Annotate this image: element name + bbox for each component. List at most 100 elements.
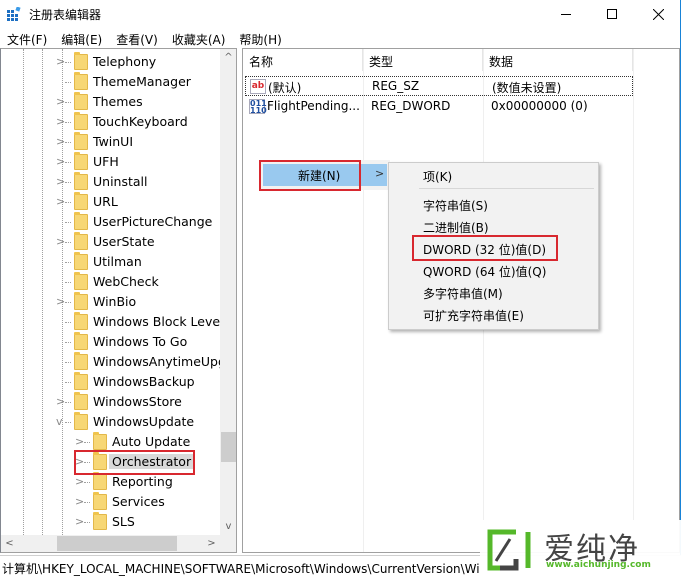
folder-icon: [74, 212, 88, 230]
tree-item[interactable]: > UFH: [1, 152, 220, 172]
folder-icon: [74, 252, 88, 270]
tree-item[interactable]: > Auto Update: [1, 432, 220, 452]
tree-item-label: URL: [93, 194, 118, 209]
tree-vertical-scrollbar[interactable]: ^ v: [220, 49, 236, 535]
tree-item-label: WindowsAnytimeUpgr: [93, 354, 220, 369]
tree-item[interactable]: > SLS: [1, 512, 220, 532]
submenu-arrow-icon: >: [375, 167, 385, 180]
tree-connector-line: [65, 142, 71, 143]
tree-connector-line: [65, 402, 71, 403]
column-header-type[interactable]: 类型: [363, 49, 483, 71]
menu-favorites[interactable]: 收藏夹(A): [165, 28, 233, 48]
scroll-up-icon[interactable]: ^: [220, 49, 236, 66]
tree-item[interactable]: > TouchKeyboard: [1, 112, 220, 132]
value-row-default[interactable]: ab (默认) REG_SZ (数值未设置): [245, 76, 633, 96]
tree-item-label: WindowsStore: [93, 394, 182, 409]
tree-connector-line: [65, 422, 71, 423]
tree-item-label: Uninstall: [93, 174, 148, 189]
close-icon: [652, 8, 664, 20]
column-header-data[interactable]: 数据: [483, 49, 633, 71]
tree-item-label: Windows To Go: [93, 334, 188, 349]
folder-icon: [74, 272, 88, 290]
maximize-button[interactable]: [589, 0, 635, 28]
tree-connector-line: [65, 382, 71, 383]
folder-icon: [74, 132, 88, 150]
tree-connector-line: [65, 82, 71, 83]
folder-icon: [74, 332, 88, 350]
tree-horizontal-scrollbar[interactable]: < >: [1, 535, 220, 552]
folder-icon: [74, 52, 88, 70]
value-name: (默认): [268, 81, 302, 95]
watermark-url: www.aichunjing.com: [546, 560, 651, 570]
tree-item-label: UserPictureChange: [93, 214, 213, 229]
scroll-right-icon[interactable]: >: [203, 535, 220, 552]
folder-icon: [74, 72, 88, 90]
tree-item[interactable]: UserPictureChange: [1, 212, 220, 232]
column-header-name[interactable]: 名称: [243, 49, 363, 71]
tree-item[interactable]: Utilman: [1, 252, 220, 272]
tree-item-label: Telephony: [93, 54, 157, 69]
menu-file[interactable]: 文件(F): [0, 28, 54, 48]
tree-connector-line: [65, 222, 71, 223]
tree-item[interactable]: > Services: [1, 492, 220, 512]
tree-connector-line: [65, 242, 71, 243]
dword-highlight-box: [412, 235, 558, 261]
folder-icon: [74, 172, 88, 190]
tree-item[interactable]: > WinBio: [1, 292, 220, 312]
tree-item[interactable]: Windows To Go: [1, 332, 220, 352]
value-row-flightpending[interactable]: 011 110 FlightPending... REG_DWORD 0x0000…: [245, 97, 633, 117]
tree-item[interactable]: WindowsAnytimeUpgr: [1, 352, 220, 372]
minimize-button[interactable]: [543, 0, 589, 28]
tree-item[interactable]: > UserState: [1, 232, 220, 252]
folder-icon: [93, 512, 107, 530]
tree-connector-line: [65, 102, 71, 103]
orchestrator-highlight-box: [74, 450, 195, 475]
menu-view[interactable]: 查看(V): [109, 28, 165, 48]
folder-icon: [74, 312, 88, 330]
tree-item[interactable]: > Reporting: [1, 472, 220, 492]
submenu-item-multi-string-value[interactable]: 多字符串值(M): [423, 285, 503, 302]
key-tree-pane: > Telephony ThemeManager > Themes > TouchKeybo…: [0, 48, 237, 553]
tree-item-label: Themes: [93, 94, 143, 109]
submenu-item-qword-value[interactable]: QWORD (64 位)值(Q): [423, 263, 546, 280]
tree-connector-line: [84, 502, 90, 503]
folder-icon: [74, 292, 88, 310]
menu-edit[interactable]: 编辑(E): [54, 28, 109, 48]
menu-bar: 文件(F) 编辑(E) 查看(V) 收藏夹(A) 帮助(H): [0, 28, 680, 48]
tree-item[interactable]: > Uninstall: [1, 172, 220, 192]
tree-item[interactable]: WebCheck: [1, 272, 220, 292]
submenu-item-string-value[interactable]: 字符串值(S): [423, 197, 488, 214]
tree-connector-line: [65, 262, 71, 263]
title-bar: 注册表编辑器: [0, 0, 680, 28]
binary-value-icon: 011 110: [249, 99, 267, 115]
tree-item[interactable]: > Themes: [1, 92, 220, 112]
registry-editor-window: 注册表编辑器 文件(F) 编辑(E) 查看(V) 收藏夹(A) 帮助(H) > T…: [0, 0, 681, 579]
tree-item[interactable]: WindowsBackup: [1, 372, 220, 392]
column-separator: [363, 49, 364, 552]
horizontal-scroll-thumb[interactable]: [57, 536, 177, 551]
vertical-scroll-thumb[interactable]: [221, 432, 236, 462]
value-type: REG_SZ: [372, 79, 420, 93]
minimize-icon: [561, 13, 571, 15]
menu-help[interactable]: 帮助(H): [232, 28, 288, 48]
scrollbar-corner: [220, 535, 236, 552]
submenu-item-key[interactable]: 项(K): [423, 168, 452, 185]
tree-item[interactable]: > TwinUI: [1, 132, 220, 152]
tree-item[interactable]: v WindowsUpdate: [1, 412, 220, 432]
maximize-icon: [607, 9, 617, 19]
tree-item[interactable]: Windows Block Level: [1, 312, 220, 332]
tree-item-label: ThemeManager: [93, 74, 191, 89]
submenu-item-binary-value[interactable]: 二进制值(B): [423, 219, 489, 236]
tree-item[interactable]: ThemeManager: [1, 72, 220, 92]
folder-icon: [74, 112, 88, 130]
tree-item[interactable]: > WindowsStore: [1, 392, 220, 412]
close-button[interactable]: [635, 0, 681, 28]
registry-editor-icon: [7, 7, 21, 21]
submenu-item-expandable-string-value[interactable]: 可扩充字符串值(E): [423, 307, 524, 324]
scroll-down-icon[interactable]: v: [220, 518, 236, 535]
tree-item[interactable]: > Telephony: [1, 52, 220, 72]
scroll-left-icon[interactable]: <: [1, 535, 18, 552]
folder-icon: [93, 492, 107, 510]
value-type: REG_DWORD: [371, 99, 451, 113]
tree-item[interactable]: > URL: [1, 192, 220, 212]
